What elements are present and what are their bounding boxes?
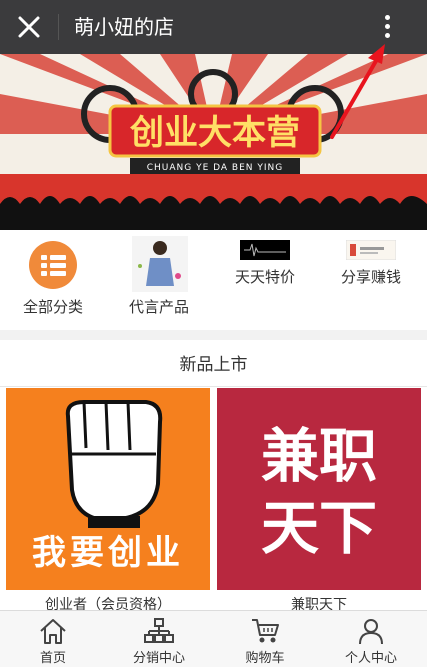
promo-banner[interactable]: 创业大本营 CHUANG YE DA BEN YING xyxy=(0,54,427,230)
nav-label: 个人中心 xyxy=(344,651,397,666)
page-title: 萌小妞的店 xyxy=(74,15,174,39)
banner-headline: 创业大本营 xyxy=(129,113,300,153)
cart-icon xyxy=(252,619,279,643)
nav-home[interactable]: 首页 xyxy=(0,611,106,667)
product-image-text: 我要创业 xyxy=(32,533,184,573)
category-spokesperson[interactable]: 代言产品 xyxy=(106,230,212,330)
close-icon[interactable] xyxy=(14,12,44,42)
nav-profile[interactable]: 个人中心 xyxy=(318,611,424,667)
category-bar: 全部分类 代言产品 天天特价 分享赚钱 xyxy=(0,230,427,330)
new-arrivals-section: 新品上市 我要创业 创业者（会员资格） 兼职 天下 兼职天下 xyxy=(0,340,427,610)
product-name: 创业者（会员资格） xyxy=(45,597,171,610)
banner-illustration: 创业大本营 CHUANG YE DA BEN YING xyxy=(0,54,427,230)
product-image-text: 天下 xyxy=(261,494,377,562)
list-icon xyxy=(29,241,77,289)
share-earn-thumbnail xyxy=(346,240,396,260)
home-icon xyxy=(40,619,66,644)
product-image-text: 兼职 xyxy=(261,422,377,490)
category-daily-deal[interactable]: 天天特价 xyxy=(212,230,318,330)
nav-label: 购物车 xyxy=(245,651,285,666)
product-name: 兼职天下 xyxy=(291,597,347,610)
banner-subline: CHUANG YE DA BEN YING xyxy=(147,163,284,173)
title-divider xyxy=(58,14,59,40)
category-label: 全部分类 xyxy=(22,298,83,316)
spokesperson-photo xyxy=(132,236,188,292)
product-card[interactable]: 兼职 天下 兼职天下 xyxy=(217,388,421,610)
category-label: 分享赚钱 xyxy=(340,268,401,286)
nav-cart[interactable]: 购物车 xyxy=(212,611,318,667)
bottom-nav: 首页 分销中心 购物车 个人中心 xyxy=(0,610,427,667)
section-divider xyxy=(0,386,427,387)
section-title: 新品上市 xyxy=(179,355,248,375)
category-label: 天天特价 xyxy=(234,268,295,286)
top-bar: 萌小妞的店 xyxy=(0,0,427,54)
product-card[interactable]: 我要创业 创业者（会员资格） xyxy=(6,388,210,610)
category-share-earn[interactable]: 分享赚钱 xyxy=(318,230,424,330)
daily-deal-thumbnail xyxy=(240,240,290,260)
product-image: 我要创业 xyxy=(6,388,210,590)
nav-distribution[interactable]: 分销中心 xyxy=(106,611,212,667)
distribution-icon xyxy=(144,618,174,643)
nav-label: 分销中心 xyxy=(132,651,185,666)
category-all[interactable]: 全部分类 xyxy=(0,230,106,330)
user-icon xyxy=(359,619,383,645)
category-label: 代言产品 xyxy=(128,298,189,316)
more-options-icon[interactable] xyxy=(376,12,400,42)
nav-label: 首页 xyxy=(39,651,66,666)
product-image: 兼职 天下 xyxy=(217,388,421,590)
